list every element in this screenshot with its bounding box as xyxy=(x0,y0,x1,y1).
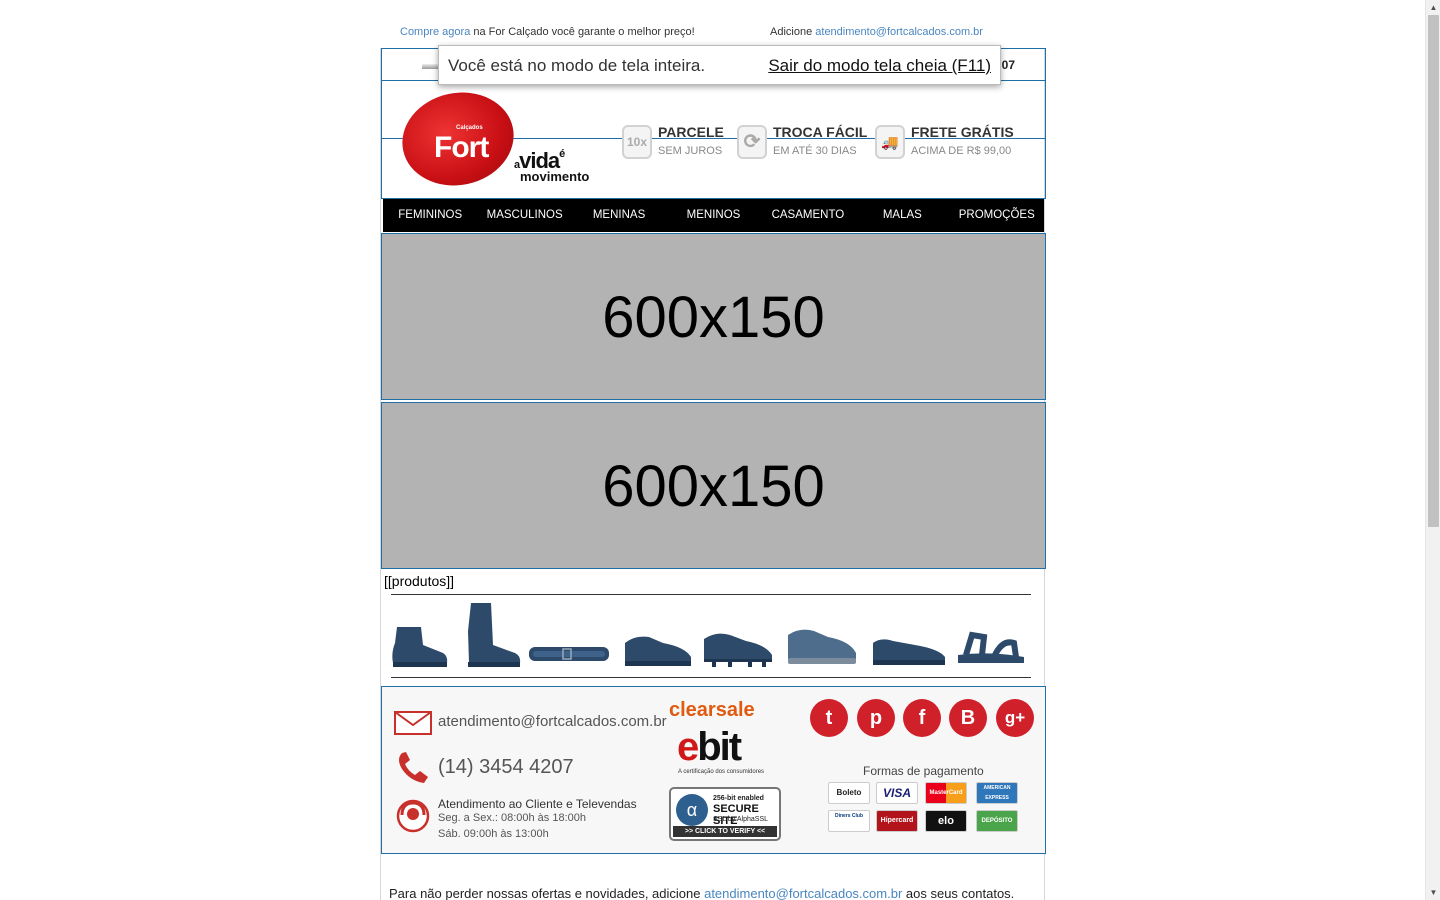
category-nav: FEMININOS MASCULINOS MENINAS MENINOS CAS… xyxy=(383,199,1044,232)
ebit-logo-rest: bit xyxy=(697,725,742,769)
google-plus-icon[interactable]: g+ xyxy=(996,699,1034,737)
scroll-down-arrow-icon[interactable]: ▼ xyxy=(1426,885,1440,900)
top-line: Compre agora na For Calçado você garante… xyxy=(380,26,1045,42)
mail-icon xyxy=(394,711,432,735)
banner-placeholder-text: 600x150 xyxy=(602,454,825,519)
ebit-subtitle: A certificação dos consumidores xyxy=(678,769,765,775)
footer: atendimento@fortcalcados.com.br (14) 345… xyxy=(381,686,1046,854)
ebit-logo-e: e xyxy=(677,725,699,769)
nav-promocoes[interactable]: PROMOÇÕES xyxy=(950,199,1044,232)
vertical-scrollbar[interactable]: ▲ ▼ xyxy=(1425,0,1440,900)
deposit-icon: DEPÓSITO xyxy=(976,810,1018,832)
blogger-icon[interactable]: B xyxy=(949,699,987,737)
banner-2[interactable]: 600x150 xyxy=(381,402,1046,569)
nav-casamento[interactable]: CASAMENTO xyxy=(761,199,855,232)
buy-now-link[interactable]: Compre agora xyxy=(400,26,470,38)
payments-title: Formas de pagamento xyxy=(863,764,984,778)
installments-icon: 10x xyxy=(622,125,652,159)
cleat-icon[interactable] xyxy=(702,627,774,669)
logo-tag-suffix: é xyxy=(559,148,565,160)
clearsale-logo[interactable]: clearsale xyxy=(669,699,755,722)
nav-meninas[interactable]: MENINAS xyxy=(572,199,666,232)
loafer-icon[interactable] xyxy=(871,633,947,669)
refresh-icon: ⟳ xyxy=(737,125,767,159)
phone-bar-number: 07 xyxy=(1001,58,1015,72)
ebit-logo[interactable]: ebit xyxy=(677,725,742,770)
buy-now-text: na For Calçado você garante o melhor pre… xyxy=(470,26,695,38)
mastercard-icon: MasterCard xyxy=(925,782,967,804)
alphassl-icon: α xyxy=(676,794,708,826)
facebook-icon[interactable]: f xyxy=(903,699,941,737)
oxford-shoe-icon[interactable] xyxy=(623,629,693,669)
elo-icon: elo xyxy=(925,810,967,832)
feature-subtitle: ACIMA DE R$ 99,00 xyxy=(911,145,1012,157)
exit-fullscreen-link[interactable]: Sair do modo tela cheia (F11) xyxy=(768,56,991,76)
feature-title: PARCELE xyxy=(658,124,724,140)
truck-icon: 🚚 xyxy=(875,125,905,159)
footer-phone: (14) 3454 4207 xyxy=(438,756,574,778)
headset-icon xyxy=(396,799,430,833)
add-email-link[interactable]: atendimento@fortcalcados.com.br xyxy=(815,26,983,38)
feature-subtitle: EM ATÉ 30 DIAS xyxy=(773,145,857,157)
footer-email-link[interactable]: atendimento@fortcalcados.com.br xyxy=(438,713,667,730)
sandal-icon[interactable] xyxy=(954,629,1026,669)
bottom-suffix: aos seus contatos. xyxy=(902,886,1015,900)
nav-femininos[interactable]: FEMININOS xyxy=(383,199,477,232)
banner-placeholder-text: 600x150 xyxy=(602,285,825,350)
scroll-thumb[interactable] xyxy=(1428,15,1439,527)
boleto-icon: Boleto xyxy=(828,782,870,804)
banner-1[interactable]: 600x150 xyxy=(381,233,1046,400)
browser-viewport: Compre agora na For Calçado você garante… xyxy=(0,0,1440,900)
scroll-up-arrow-icon[interactable]: ▲ xyxy=(1426,0,1440,15)
header: Calçados Fort avidaé movimento 10x PARCE… xyxy=(381,81,1046,199)
secure-site-seal[interactable]: α 256-bit enabled SECURE SITE SSL by Alp… xyxy=(669,787,781,841)
secure-line-1: 256-bit enabled xyxy=(713,795,764,802)
bottom-contact-note: Para não perder nossas ofertas e novidad… xyxy=(389,886,1014,900)
add-text: Adicione xyxy=(770,26,816,38)
footer-hours-saturday: Sáb. 09:00h às 13:00h xyxy=(438,828,549,840)
secure-verify: >> CLICK TO VERIFY << xyxy=(673,826,777,837)
amex-icon: AMERICAN EXPRESS xyxy=(976,782,1018,804)
email-container: 07 Calçados Fort avidaé movimento 10x PA… xyxy=(380,48,1046,900)
top-right-text: Adicione atendimento@fortcalcados.com.br xyxy=(770,26,983,38)
fullscreen-message: Você está no modo de tela inteira. xyxy=(448,56,706,75)
phone-icon xyxy=(399,752,428,783)
feature-subtitle: SEM JUROS xyxy=(658,145,723,157)
footer-hours-title: Atendimento ao Cliente e Televendas xyxy=(438,797,637,811)
nav-masculinos[interactable]: MASCULINOS xyxy=(477,199,571,232)
hipercard-icon: Hipercard xyxy=(876,810,918,832)
sneaker-icon[interactable] xyxy=(786,625,858,669)
feature-title: TROCA FÁCIL xyxy=(773,124,868,140)
belt-icon[interactable] xyxy=(527,643,611,669)
secure-line-2: SECURE SITE xyxy=(713,803,759,827)
twitter-icon[interactable]: t xyxy=(810,699,848,737)
products-placeholder: [[produtos]] xyxy=(384,573,455,589)
top-left-text: Compre agora na For Calçado você garante… xyxy=(400,26,695,38)
nav-malas[interactable]: MALAS xyxy=(855,199,949,232)
fort-logo[interactable]: Calçados Fort avidaé movimento xyxy=(393,82,602,196)
feature-title: FRETE GRÁTIS xyxy=(911,124,1014,140)
bottom-prefix: Para não perder nossas ofertas e novidad… xyxy=(389,886,705,900)
secure-line-3: SSL by AlphaSSL xyxy=(713,816,769,823)
logo-tagline-2: movimento xyxy=(520,169,590,184)
visa-icon: VISA xyxy=(876,782,918,804)
bottom-email-link[interactable]: atendimento@fortcalcados.com.br xyxy=(704,886,902,900)
fullscreen-notice: Você está no modo de tela inteira. Sair … xyxy=(438,45,1001,85)
logo-brand: Fort xyxy=(434,131,489,164)
pinterest-icon[interactable]: p xyxy=(857,699,895,737)
category-icons-row xyxy=(391,594,1031,678)
tall-boot-icon[interactable] xyxy=(465,601,523,669)
footer-hours-weekday: Seg. a Sex.: 08:00h às 18:00h xyxy=(438,812,587,824)
ankle-boot-icon[interactable] xyxy=(391,623,449,669)
nav-meninos[interactable]: MENINOS xyxy=(666,199,760,232)
diners-icon: Diners Club xyxy=(828,810,870,832)
